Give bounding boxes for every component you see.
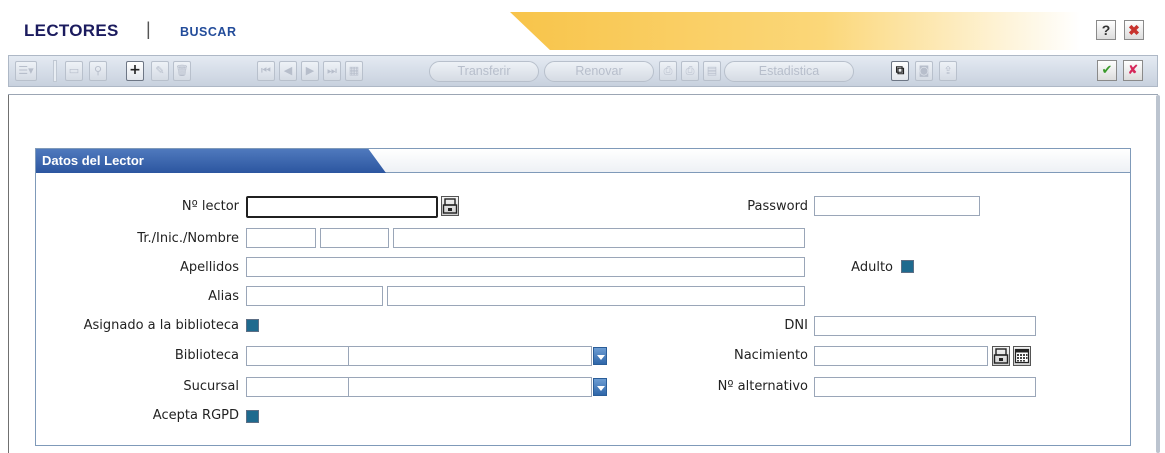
asignado-label: Asignado a la biblioteca (83, 318, 239, 333)
export-icon: ⇪ (943, 64, 953, 77)
password-label: Password (747, 199, 808, 214)
nacimiento-label: Nacimiento (733, 348, 808, 363)
panel-tab: Datos del Lector (36, 149, 386, 173)
iniciales-input[interactable] (320, 228, 389, 248)
alias-label: Alias (208, 289, 239, 304)
title-bar: LECTORES | BUSCAR ? ✖ (0, 0, 1165, 55)
biblioteca-dropdown-arrow[interactable] (593, 347, 607, 365)
mode-label: BUSCAR (180, 25, 237, 39)
password-input[interactable] (814, 196, 980, 216)
copy-icon: ⧉ (895, 63, 905, 77)
toolbar: ☰▾ ▭ ⚲ + ✎ 🗑 ⏮ ◀ ▶ ⏭ ▦ Transferir Renova… (8, 55, 1158, 87)
copy-button[interactable]: ⧉ (891, 61, 909, 81)
search-icon: ⚲ (93, 64, 103, 77)
content-divider (8, 87, 1158, 95)
app-window: LECTORES | BUSCAR ? ✖ ☰▾ ▭ ⚲ + ✎ 🗑 ⏮ ◀ ▶… (0, 0, 1165, 453)
last-record-button: ⏭ (323, 61, 341, 81)
sucursal-code-input[interactable] (246, 377, 350, 397)
print-icon: ⎙ (663, 64, 673, 77)
grid-icon: ▦ (348, 64, 360, 77)
n-alternativo-label: Nº alternativo (717, 379, 808, 394)
add-icon: + (129, 62, 141, 78)
edit-button: ✎ (151, 61, 169, 81)
title-separator: | (146, 19, 151, 39)
biblioteca-code-input[interactable] (246, 346, 350, 366)
add-button[interactable]: + (126, 61, 144, 81)
title-decoration (510, 12, 1080, 50)
asignado-checkbox[interactable] (246, 319, 259, 332)
print-list-button: ⎙ (681, 61, 699, 81)
n-alternativo-input[interactable] (814, 377, 1036, 397)
apellidos-input[interactable] (246, 257, 805, 277)
reader-card-button[interactable] (441, 196, 459, 216)
sucursal-dropdown-arrow[interactable] (593, 378, 607, 396)
dni-label: DNI (784, 318, 808, 333)
print-button: ⎙ (659, 61, 677, 81)
menu-icon: ☰▾ (18, 64, 34, 77)
delete-button: 🗑 (173, 61, 191, 81)
panel-title: Datos del Lector (42, 153, 144, 168)
card-reader-icon (442, 198, 458, 214)
next-icon: ▶ (305, 64, 315, 77)
view-icon: ▭ (68, 64, 80, 77)
print-card-button: ▤ (703, 61, 721, 81)
toolbar-grip (53, 60, 57, 82)
cancel-button[interactable]: ✘ (1123, 60, 1143, 81)
confirm-button[interactable]: ✔ (1097, 60, 1117, 81)
export-button: ⇪ (939, 61, 957, 81)
card-icon: ▤ (706, 64, 718, 77)
sucursal-label: Sucursal (183, 379, 239, 394)
search-button: ⚲ (89, 61, 107, 81)
adulto-checkbox[interactable] (901, 260, 914, 273)
nombre-label: Tr./Inic./Nombre (137, 231, 239, 246)
sucursal-select[interactable] (348, 377, 592, 397)
scrollbar[interactable] (1156, 95, 1160, 453)
last-icon: ⏭ (327, 64, 337, 77)
calendar-button[interactable] (1013, 346, 1031, 366)
tratamiento-input[interactable] (246, 228, 316, 248)
n-lector-input[interactable] (246, 196, 438, 218)
acepta-rgpd-checkbox[interactable] (246, 410, 259, 423)
adulto-label: Adulto (851, 260, 893, 275)
apellidos-label: Apellidos (180, 260, 239, 275)
n-lector-label: Nº lector (181, 199, 239, 214)
app-title: LECTORES (24, 21, 119, 40)
first-icon: ⏮ (261, 64, 271, 77)
grid-view-button: ▦ (345, 61, 363, 81)
camera-icon: ◙ (918, 64, 930, 77)
next-record-button: ▶ (301, 61, 319, 81)
biblioteca-label: Biblioteca (174, 348, 239, 363)
print-list-icon: ⎙ (685, 64, 695, 77)
alias-input[interactable] (387, 286, 805, 306)
trash-icon: 🗑 (175, 64, 189, 77)
nombre-input[interactable] (393, 228, 805, 248)
calendar-icon (1014, 348, 1030, 364)
acepta-rgpd-label: Acepta RGPD (152, 408, 239, 423)
nacimiento-input[interactable] (814, 346, 988, 366)
dni-input[interactable] (814, 316, 1036, 336)
edit-icon: ✎ (155, 64, 165, 77)
camera-button: ◙ (915, 61, 933, 81)
alias-short-input[interactable] (246, 286, 383, 306)
prev-icon: ◀ (283, 64, 293, 77)
biblioteca-select[interactable] (348, 346, 592, 366)
help-button[interactable]: ? (1096, 20, 1116, 40)
menu-dropdown-button[interactable]: ☰▾ (15, 61, 37, 81)
content-left-border (8, 95, 9, 453)
renovar-button: Renovar (544, 61, 654, 82)
view-button: ▭ (65, 61, 83, 81)
date-reader-button[interactable] (992, 346, 1010, 366)
card-reader-icon (993, 348, 1009, 364)
transferir-button: Transferir (429, 61, 539, 82)
close-button[interactable]: ✖ (1124, 20, 1144, 40)
first-record-button: ⏮ (257, 61, 275, 81)
panel-header: Datos del Lector (36, 149, 1130, 173)
estadistica-button: Estadistica (724, 61, 854, 82)
prev-record-button: ◀ (279, 61, 297, 81)
